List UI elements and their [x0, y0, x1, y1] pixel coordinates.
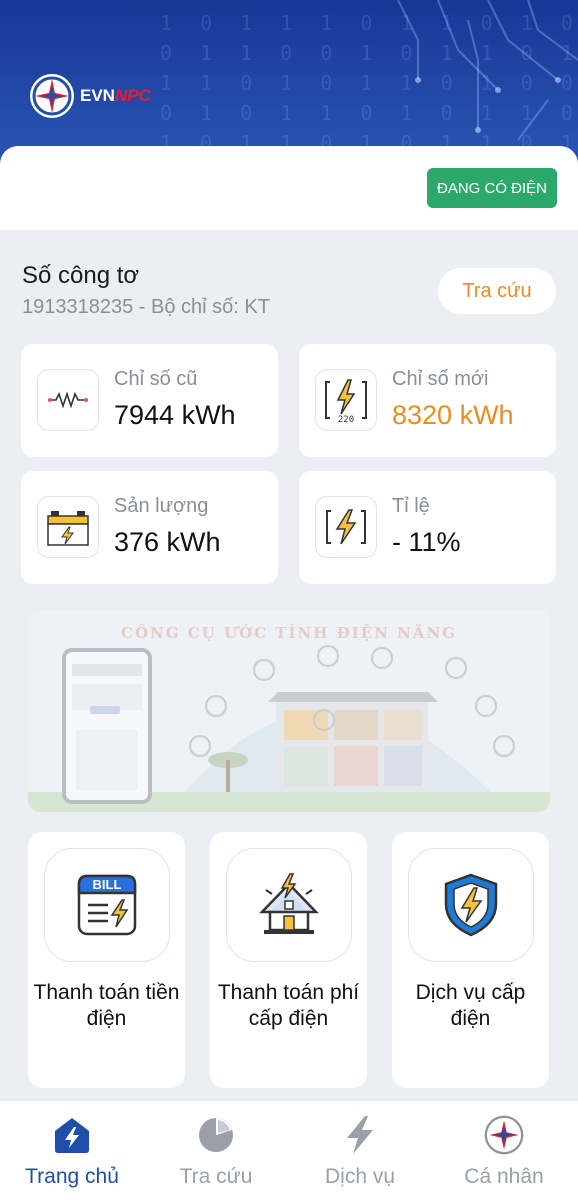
service-label: Dịch vụ cấp điện	[415, 981, 526, 1030]
home-icon	[52, 1115, 92, 1155]
meter-title: Số công tơ	[22, 262, 140, 289]
lookup-button[interactable]: Tra cứu	[438, 268, 556, 314]
nav-profile[interactable]: Cá nhân	[432, 1101, 576, 1200]
stat-new-reading: 220 Chỉ số mới 8320 kWh	[299, 344, 556, 457]
service-pay-connection-fee[interactable]: Thanh toán phí cấp điện	[210, 832, 367, 1088]
service-power-supply[interactable]: Dịch vụ cấp điện	[392, 832, 549, 1088]
stat-value: 376 kWh	[114, 527, 221, 557]
stat-ratio: Tỉ lệ - 11%	[299, 471, 556, 584]
stat-value: 7944 kWh	[114, 400, 236, 430]
shield-lightning-icon	[408, 848, 534, 962]
stat-label: Chỉ số mới	[392, 368, 489, 390]
meter-subtitle: 1913318235 - Bộ chỉ số: KT	[22, 296, 270, 318]
nav-label: Trang chủ	[25, 1165, 119, 1188]
stat-label: Sản lượng	[114, 495, 209, 517]
stat-label: Chỉ số cũ	[114, 368, 198, 390]
stat-value: - 11%	[392, 527, 461, 557]
nav-label: Tra cứu	[179, 1165, 253, 1188]
stat-label: Tỉ lệ	[392, 495, 430, 517]
evn-compass-icon	[30, 74, 74, 118]
power-status-badge: ĐANG CÓ ĐIỆN	[426, 168, 557, 208]
stat-old-reading: Chỉ số cũ 7944 kWh	[21, 344, 278, 457]
bottom-navigation: Trang chủ Tra cứu Dịch vụ Cá nhân	[0, 1100, 578, 1200]
nav-lookup[interactable]: Tra cứu	[144, 1101, 288, 1200]
pie-chart-icon	[196, 1115, 236, 1155]
brand-name: EVNNPC	[80, 86, 151, 105]
resistor-icon	[37, 369, 99, 431]
stat-consumption: Sản lượng 376 kWh	[21, 471, 278, 584]
service-label: Thanh toán phí cấp điện	[217, 981, 360, 1030]
service-label: Thanh toán tiền điện	[33, 981, 180, 1030]
svg-text:220: 220	[338, 415, 354, 424]
energy-estimate-banner[interactable]: CÔNG CỤ ƯỚC TÍNH ĐIỆN NĂNG	[28, 610, 550, 812]
nav-services[interactable]: Dịch vụ	[288, 1101, 432, 1200]
compass-logo-icon	[484, 1115, 524, 1155]
nav-home[interactable]: Trang chủ	[0, 1101, 144, 1200]
evnnpc-logo: EVNNPC	[30, 74, 151, 118]
banner-illustration	[28, 645, 550, 812]
lightning-bracket-icon	[315, 496, 377, 558]
nav-label: Cá nhân	[464, 1165, 544, 1188]
battery-icon	[37, 496, 99, 558]
bill-badge-text: BILL	[93, 877, 122, 892]
house-power-icon	[226, 848, 352, 962]
status-card: ĐANG CÓ ĐIỆN	[0, 146, 578, 230]
stat-value: 8320 kWh	[392, 400, 514, 430]
nav-label: Dịch vụ	[324, 1165, 396, 1188]
bill-icon: BILL	[44, 848, 170, 962]
app-header: 1 0 1 1 1 0 1 1 0 1 0 1 0 0 1 1 0 0 1 0 …	[0, 0, 578, 170]
circuit-decoration	[397, 0, 578, 141]
voltage-220-icon: 220	[315, 369, 377, 431]
lightning-icon	[340, 1115, 380, 1155]
service-pay-bill[interactable]: BILL Thanh toán tiền điện	[28, 832, 185, 1088]
